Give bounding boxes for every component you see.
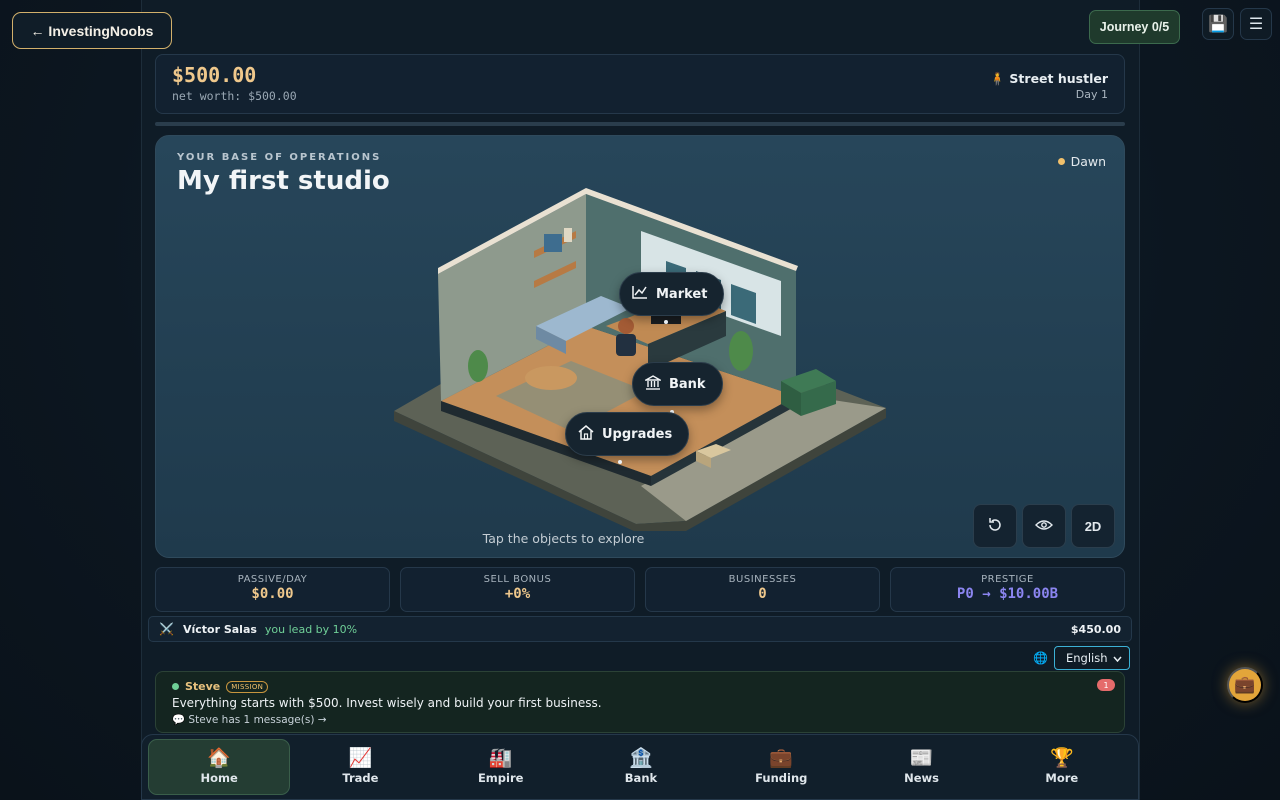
bottom-nav: 🏠 Home 📈 Trade 🏭 Empire 🏦 Bank 💼 Funding… bbox=[141, 734, 1139, 800]
upgrades-hotspot-dot bbox=[618, 460, 622, 464]
sun-dot-icon bbox=[1057, 158, 1065, 165]
online-status-icon bbox=[172, 683, 179, 690]
nav-bank[interactable]: 🏦 Bank bbox=[571, 739, 711, 795]
open-messages-link[interactable]: 💬 Steve has 1 message(s) → bbox=[172, 713, 327, 726]
globe-icon: 🌐 bbox=[1033, 651, 1048, 665]
stat-sell-bonus: SELL BONUS +0% bbox=[400, 567, 635, 612]
isometric-room[interactable] bbox=[386, 186, 896, 531]
stat-value: 0 bbox=[758, 586, 767, 602]
reset-view-button[interactable] bbox=[973, 504, 1017, 548]
nav-funding[interactable]: 💼 Funding bbox=[711, 739, 851, 795]
upgrades-hotspot-button[interactable]: Upgrades bbox=[565, 412, 690, 456]
scene-title: My first studio bbox=[177, 166, 390, 196]
rival-name: Víctor Salas bbox=[182, 622, 257, 636]
unread-count-badge: 1 bbox=[1097, 679, 1115, 691]
stat-label: PASSIVE/DAY bbox=[237, 574, 308, 585]
house-icon: 🏠 bbox=[207, 747, 231, 769]
chart-line-icon bbox=[632, 285, 648, 303]
stat-value: $0.00 bbox=[251, 586, 294, 602]
nav-label: Bank bbox=[624, 771, 658, 785]
eye-icon bbox=[1035, 519, 1053, 534]
nav-trade[interactable]: 📈 Trade bbox=[290, 739, 430, 795]
time-of-day: Dawn bbox=[1057, 154, 1106, 169]
stat-label: PRESTIGE bbox=[981, 574, 1034, 585]
message-sender: Steve bbox=[185, 680, 221, 693]
menu-icon: ☰ bbox=[1248, 16, 1264, 33]
player-rank: 🧍 Street hustler Day 1 bbox=[990, 71, 1108, 101]
back-button[interactable]: ← InvestingNoobs bbox=[12, 12, 172, 49]
nav-label: News bbox=[904, 771, 939, 785]
market-hotspot-label: Market bbox=[656, 286, 708, 302]
nav-label: Funding bbox=[755, 771, 808, 785]
factory-icon: 🏭 bbox=[488, 747, 513, 769]
rotate-ccw-icon bbox=[987, 517, 1003, 536]
balance-card: $500.00 net worth: $500.00 🧍 Street hust… bbox=[155, 54, 1125, 114]
stat-passive-per-day: PASSIVE/DAY $0.00 bbox=[155, 567, 390, 612]
nav-more[interactable]: 🏆 More bbox=[992, 739, 1132, 795]
nav-home[interactable]: 🏠 Home bbox=[148, 739, 291, 795]
nav-label: Empire bbox=[477, 771, 524, 785]
time-of-day-label: Dawn bbox=[1070, 154, 1106, 169]
bank-hotspot-button[interactable]: Bank bbox=[632, 362, 723, 406]
stat-label: BUSINESSES bbox=[728, 574, 797, 585]
rank-label: 🧍 Street hustler bbox=[989, 71, 1108, 86]
nav-news[interactable]: 📰 News bbox=[851, 739, 991, 795]
nav-label: Trade bbox=[342, 771, 379, 785]
net-worth: net worth: $500.00 bbox=[172, 89, 297, 103]
nav-label: Home bbox=[200, 771, 238, 785]
portfolio-fab-button[interactable]: 💼 bbox=[1227, 667, 1263, 703]
language-select[interactable]: English bbox=[1054, 646, 1130, 670]
language-selected: English bbox=[1066, 651, 1108, 665]
bank-icon bbox=[643, 374, 663, 394]
rival-lead-status: you lead by 10% bbox=[264, 622, 358, 636]
message-header: Steve MISSION bbox=[172, 680, 269, 693]
bank-building-icon: 🏦 bbox=[629, 747, 653, 769]
save-button[interactable]: 💾 bbox=[1202, 8, 1234, 40]
newspaper-icon: 📰 bbox=[909, 747, 934, 769]
bank-hotspot-label: Bank bbox=[669, 376, 706, 392]
home-outline-icon bbox=[578, 424, 594, 444]
advisor-message-card[interactable]: Steve MISSION Everything starts with $50… bbox=[155, 671, 1125, 733]
nav-label: More bbox=[1045, 771, 1079, 785]
nav-empire[interactable]: 🏭 Empire bbox=[431, 739, 571, 795]
day-counter: Day 1 bbox=[1075, 88, 1108, 101]
stat-value: P0 → $10.00B bbox=[956, 586, 1059, 602]
briefcase-icon: 💼 bbox=[769, 747, 794, 769]
studio-scene: YOUR BASE OF OPERATIONS My first studio … bbox=[155, 135, 1125, 558]
stat-label: SELL BONUS bbox=[483, 574, 552, 585]
chart-increasing-icon: 📈 bbox=[348, 747, 373, 769]
message-body: Everything starts with $500. Invest wise… bbox=[172, 696, 602, 710]
scene-kicker: YOUR BASE OF OPERATIONS bbox=[177, 152, 382, 163]
stat-businesses: BUSINESSES 0 bbox=[645, 567, 880, 612]
cash-balance: $500.00 bbox=[172, 63, 257, 87]
rival-bar[interactable]: ⚔️ Víctor Salas you lead by 10% $450.00 bbox=[148, 616, 1132, 642]
stat-prestige: PRESTIGE P0 → $10.00B bbox=[890, 567, 1125, 612]
journey-progress-bar bbox=[155, 122, 1125, 126]
language-row: 🌐 English bbox=[1033, 646, 1130, 670]
rival-net-worth: $450.00 bbox=[1070, 622, 1121, 636]
menu-button[interactable]: ☰ bbox=[1240, 8, 1272, 40]
upgrades-hotspot-label: Upgrades bbox=[602, 426, 673, 442]
market-hotspot-button[interactable]: Market bbox=[619, 272, 725, 316]
trophy-icon: 🏆 bbox=[1049, 747, 1074, 769]
view-mode-toggle[interactable]: 2D bbox=[1071, 504, 1115, 548]
save-icon: 💾 bbox=[1208, 16, 1228, 33]
toggle-labels-button[interactable] bbox=[1022, 504, 1066, 548]
stat-value: +0% bbox=[504, 586, 531, 602]
mission-badge: MISSION bbox=[226, 680, 269, 693]
briefcase-icon: 💼 bbox=[1234, 675, 1256, 694]
market-hotspot-dot bbox=[664, 320, 668, 324]
crossed-swords-icon: ⚔️ bbox=[159, 622, 174, 636]
scene-hint: Tap the objects to explore bbox=[482, 531, 645, 546]
journey-button[interactable]: Journey 0/5 bbox=[1089, 10, 1180, 44]
chevron-down-icon bbox=[1113, 651, 1122, 665]
